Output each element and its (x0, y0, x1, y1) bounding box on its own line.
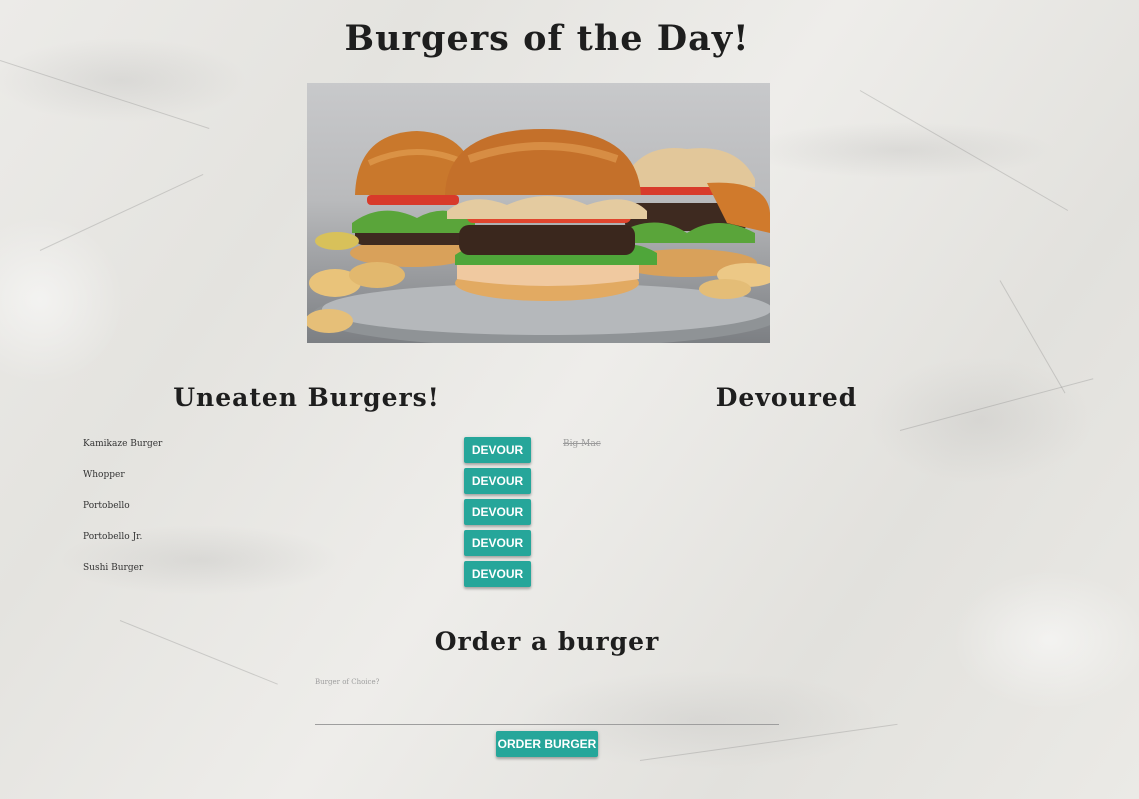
uneaten-burger-list: Kamikaze Burger DEVOUR Whopper DEVOUR Po… (83, 437, 533, 592)
marble-vein (899, 378, 1094, 431)
burger-name: Portobello (83, 501, 130, 511)
marble-vein (999, 280, 1066, 394)
burger-name: Kamikaze Burger (83, 439, 163, 449)
marble-vein (0, 60, 210, 129)
devour-button[interactable]: DEVOUR (464, 499, 531, 525)
devoured-burger-list: Big Mac (563, 439, 601, 449)
order-heading: Order a burger (434, 627, 660, 656)
burger-choice-input[interactable] (315, 688, 779, 725)
marble-vein (859, 90, 1069, 211)
marble-vein (639, 723, 898, 761)
marble-vein (39, 173, 204, 251)
devour-button[interactable]: DEVOUR (464, 561, 531, 587)
burgers-illustration (307, 129, 770, 343)
burger-list-item: Portobello DEVOUR (83, 499, 533, 530)
devoured-heading: Devoured (715, 383, 858, 412)
burger-list-item: Sushi Burger DEVOUR (83, 561, 533, 592)
devour-button[interactable]: DEVOUR (464, 437, 531, 463)
burger-name: Whopper (83, 470, 125, 480)
uneaten-heading: Uneaten Burgers! (173, 383, 440, 412)
devoured-burger-item: Big Mac (563, 439, 601, 449)
page-title: Burgers of the Day! (344, 18, 750, 59)
burger-list-item: Whopper DEVOUR (83, 468, 533, 499)
burger-name: Sushi Burger (83, 563, 144, 573)
burgers-photo (307, 83, 770, 343)
devour-button[interactable]: DEVOUR (464, 530, 531, 556)
burger-list-item: Kamikaze Burger DEVOUR (83, 437, 533, 468)
order-form: Burger of Choice? (315, 678, 779, 725)
burger-list-item: Portobello Jr. DEVOUR (83, 530, 533, 561)
devour-button[interactable]: DEVOUR (464, 468, 531, 494)
order-burger-button[interactable]: ORDER BURGER (496, 731, 598, 757)
burger-name: Portobello Jr. (83, 532, 143, 542)
burger-choice-label: Burger of Choice? (315, 678, 380, 686)
